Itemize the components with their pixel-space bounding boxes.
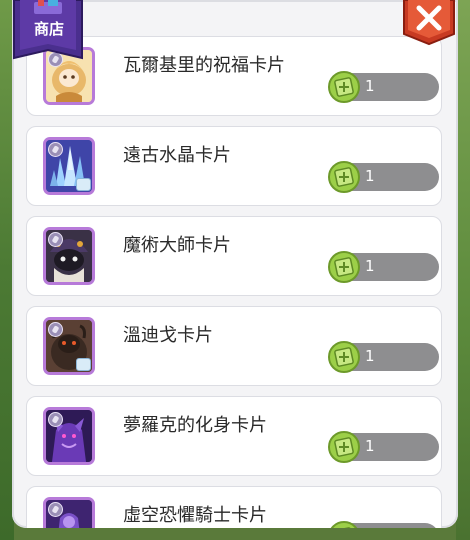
card-type-badge-icon [48, 142, 63, 157]
card-thumbnail [43, 317, 95, 375]
quantity-value: 1 [365, 437, 375, 455]
card-thumbnail [43, 497, 95, 528]
card-type-badge-icon [48, 502, 63, 517]
background-right-edge [456, 0, 470, 540]
card-name: 魔術大師卡片 [123, 235, 231, 256]
close-button[interactable] [402, 0, 456, 46]
list-item[interactable]: 虛空恐懼騎士卡片 1 [26, 486, 442, 528]
card-ticket-icon [328, 161, 360, 193]
list-item[interactable]: 溫迪戈卡片 1 [26, 306, 442, 386]
quantity-value: 1 [365, 527, 375, 528]
card-name: 虛空恐懼騎士卡片 [123, 505, 267, 526]
card-type-badge-icon [48, 322, 63, 337]
shop-tab[interactable]: 商店 [12, 0, 84, 62]
card-ticket-icon [328, 431, 360, 463]
list-item[interactable]: 魔術大師卡片 1 [26, 216, 442, 296]
card-thumbnail [43, 407, 95, 465]
quantity-value: 1 [365, 347, 375, 365]
card-ticket-icon [328, 251, 360, 283]
shop-label: 商店 [33, 20, 64, 38]
card-name: 溫迪戈卡片 [123, 325, 213, 346]
list-item[interactable]: 遠古水晶卡片 1 [26, 126, 442, 206]
quantity-value: 1 [365, 167, 375, 185]
card-slot-corner-icon [76, 358, 91, 371]
card-ticket-icon [330, 521, 358, 528]
card-name: 夢羅克的化身卡片 [123, 415, 267, 436]
list-item[interactable]: 夢羅克的化身卡片 1 [26, 396, 442, 476]
card-thumbnail [43, 227, 95, 285]
card-list-panel[interactable]: 瓦爾基里的祝福卡片 1 遠古水晶卡片 1 魔術大師卡片 1 溫迪戈卡片 1 夢羅… [12, 0, 458, 528]
card-type-badge-icon [48, 232, 63, 247]
quantity-value: 1 [365, 257, 375, 275]
card-list[interactable]: 瓦爾基里的祝福卡片 1 遠古水晶卡片 1 魔術大師卡片 1 溫迪戈卡片 1 夢羅… [12, 0, 458, 528]
card-slot-corner-icon [76, 178, 91, 191]
card-type-badge-icon [48, 412, 63, 427]
list-item[interactable]: 瓦爾基里的祝福卡片 1 [26, 36, 442, 116]
quantity-value: 1 [365, 77, 375, 95]
card-name: 瓦爾基里的祝福卡片 [123, 55, 285, 76]
card-ticket-icon [328, 341, 360, 373]
card-name: 遠古水晶卡片 [123, 145, 231, 166]
card-ticket-icon [328, 71, 360, 103]
card-thumbnail [43, 137, 95, 195]
close-icon [403, 0, 455, 46]
